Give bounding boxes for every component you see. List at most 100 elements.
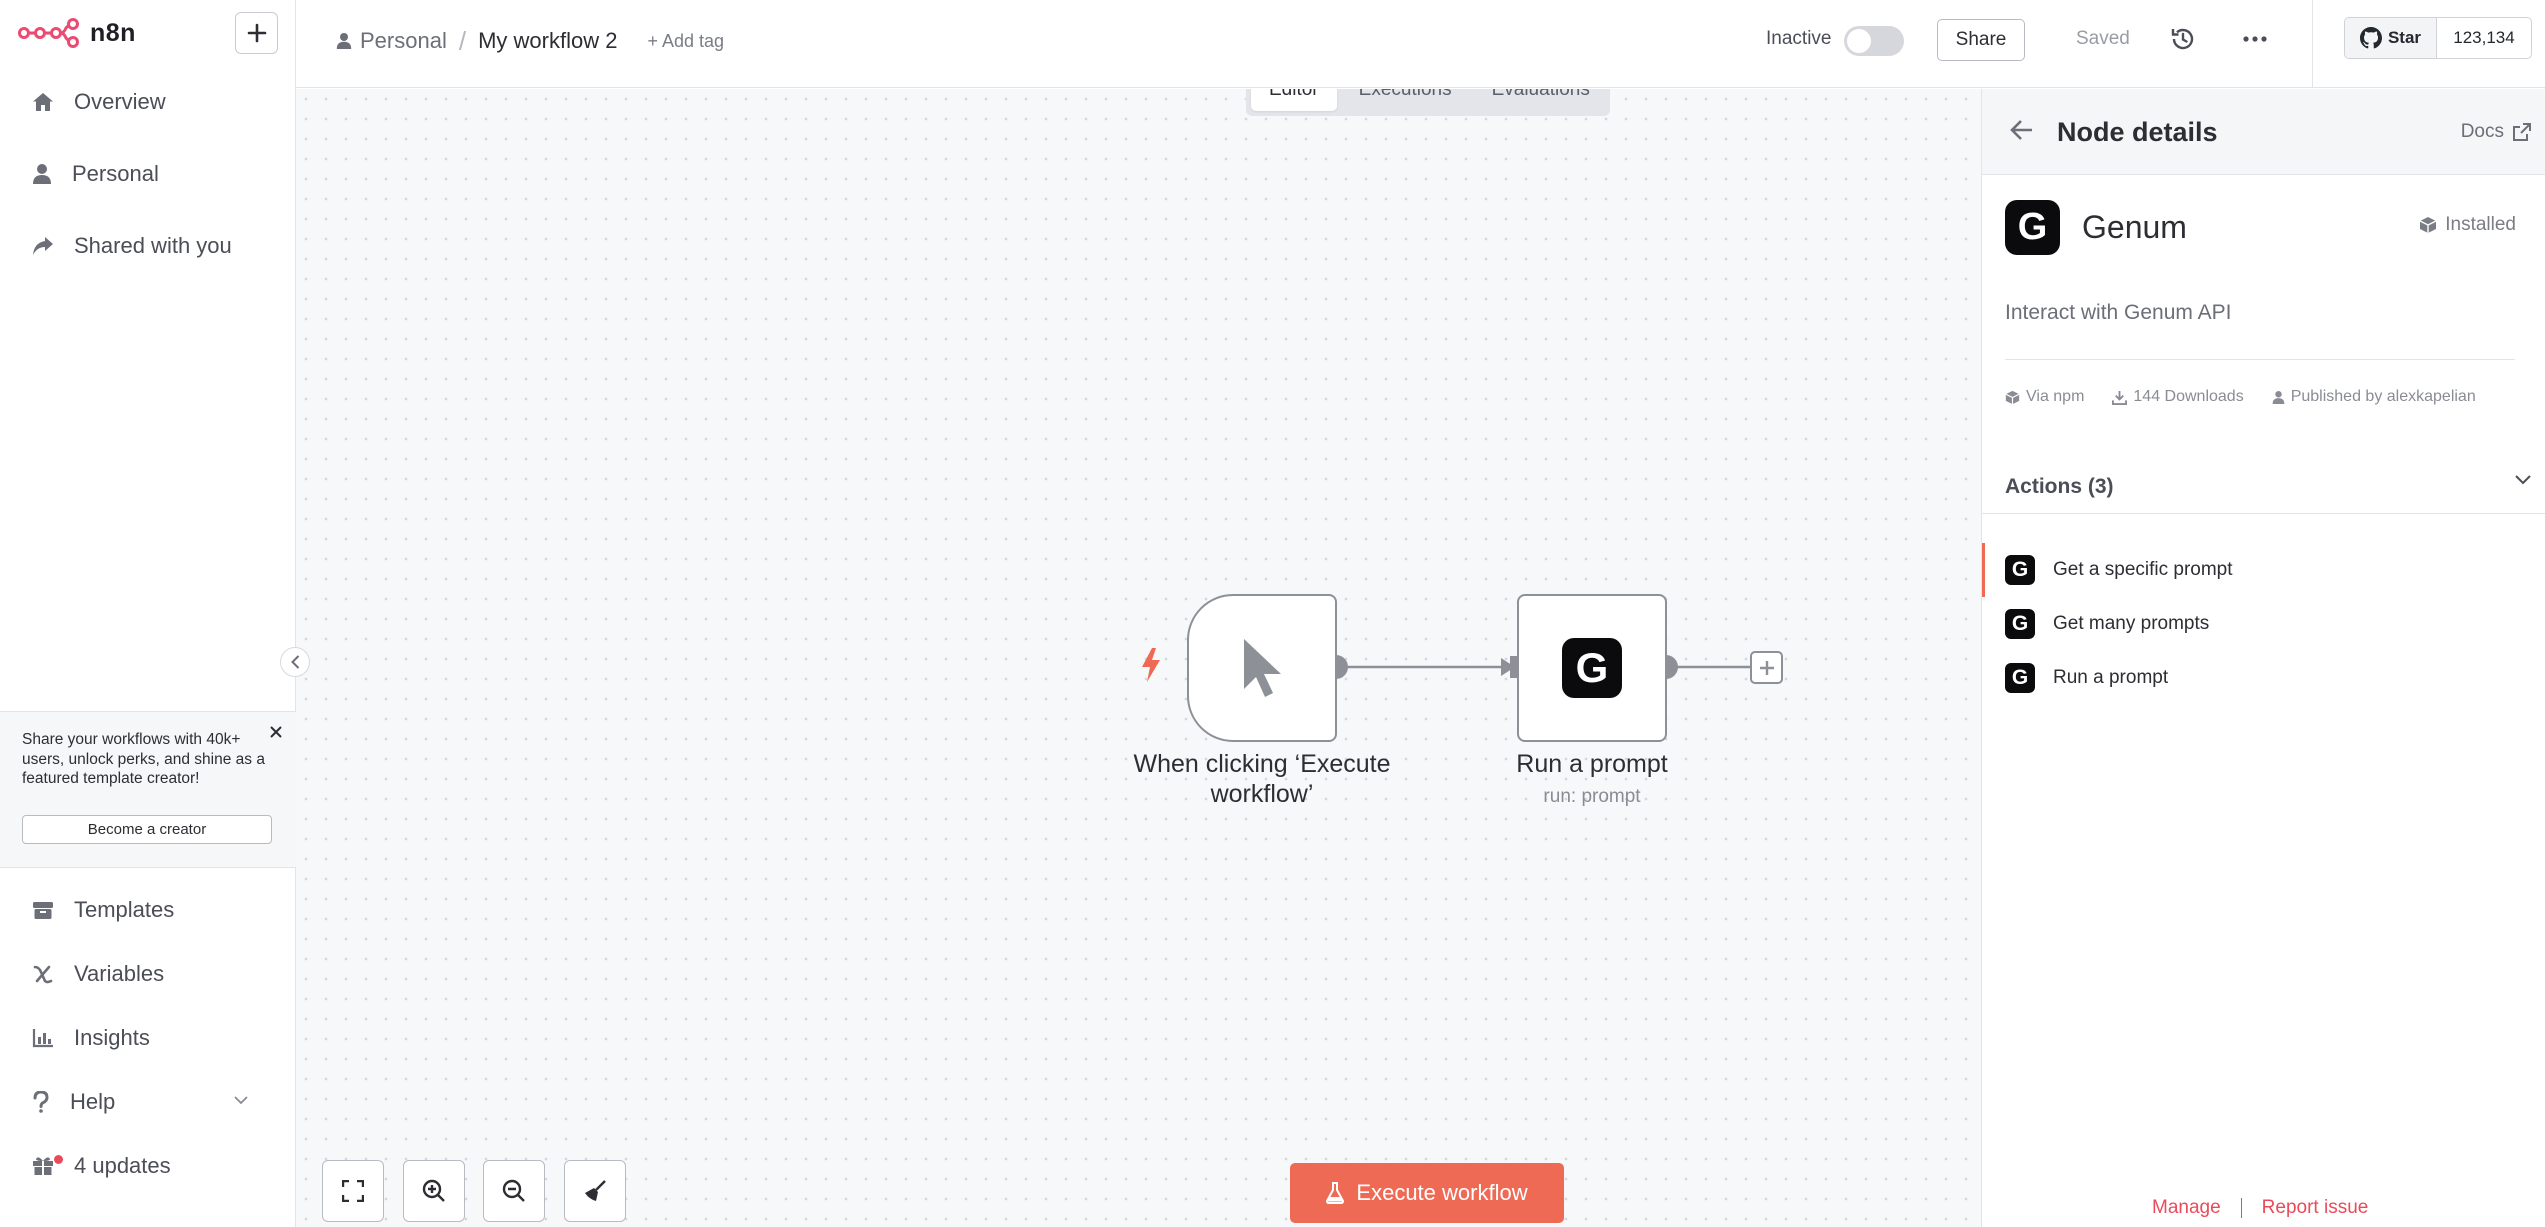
create-new-button[interactable]	[235, 12, 278, 54]
report-issue-link[interactable]: Report issue	[2262, 1197, 2369, 1219]
active-status-label: Inactive	[1766, 28, 1832, 49]
manual-trigger-node[interactable]	[1187, 594, 1337, 742]
gift-icon	[33, 1157, 53, 1175]
fullscreen-icon	[342, 1180, 364, 1202]
more-options-icon[interactable]	[2243, 36, 2267, 42]
sidebar-item-insights[interactable]: Insights	[0, 1006, 296, 1070]
download-icon	[2112, 390, 2128, 405]
view-tabs: Editor Executions Evaluations	[1246, 89, 1610, 116]
sidebar-item-overview[interactable]: Overview	[0, 70, 296, 134]
meta-publisher: Published by alexkapelian	[2272, 388, 2476, 406]
sidebar-item-label: Shared with you	[74, 233, 232, 258]
workflow-canvas[interactable]: Editor Executions Evaluations When click…	[296, 89, 1981, 1227]
package-icon	[2005, 390, 2020, 404]
github-icon	[2359, 27, 2382, 49]
tab-executions[interactable]: Executions	[1341, 89, 1470, 111]
zoom-in-button[interactable]	[403, 1160, 465, 1222]
node-meta: Via npm 144 Downloads Published by alexk…	[2005, 388, 2476, 406]
action-get-specific-prompt[interactable]: G Get a specific prompt	[1982, 543, 2545, 597]
sidebar-nav-bottom: Templates Variables Insights Help 4 upda…	[0, 878, 296, 1198]
sidebar-item-personal[interactable]: Personal	[0, 142, 296, 206]
close-icon[interactable]	[270, 726, 282, 738]
collapse-sidebar-button[interactable]	[280, 647, 310, 677]
chevron-down-icon[interactable]	[2515, 475, 2531, 485]
breadcrumb-project[interactable]: Personal	[336, 28, 447, 54]
zoom-out-icon	[502, 1179, 525, 1202]
action-get-many-prompts[interactable]: G Get many prompts	[1982, 597, 2545, 651]
brand-name: n8n	[90, 18, 136, 47]
become-creator-button[interactable]: Become a creator	[22, 815, 272, 844]
sidebar-item-label: Overview	[74, 89, 166, 114]
sidebar-item-label: 4 updates	[74, 1153, 171, 1178]
user-icon	[336, 33, 352, 49]
zoom-in-icon	[422, 1179, 445, 1202]
add-tag-button[interactable]: + Add tag	[647, 31, 724, 52]
insights-icon	[32, 1029, 53, 1048]
panel-footer: Manage Report issue	[2152, 1197, 2368, 1219]
meta-publisher-text: Published by alexkapelian	[2290, 388, 2476, 405]
execute-workflow-button[interactable]: Execute workflow	[1290, 1163, 1564, 1223]
node-name: Genum	[2082, 209, 2187, 245]
sidebar-item-shared[interactable]: Shared with you	[0, 214, 296, 278]
docs-link[interactable]: Docs	[2461, 121, 2532, 143]
action-node-subtitle: run: prompt	[1543, 786, 1641, 807]
node-description: Interact with Genum API	[2005, 301, 2232, 324]
action-node-label: Run a prompt	[1516, 750, 1668, 778]
history-icon[interactable]	[2170, 26, 2196, 52]
sidebar-item-variables[interactable]: Variables	[0, 942, 296, 1006]
action-label: Get a specific prompt	[2053, 559, 2233, 580]
project-name: Personal	[360, 28, 447, 53]
installed-label: Installed	[2445, 214, 2516, 235]
templates-icon	[33, 902, 53, 919]
github-star-widget[interactable]: Star 123,134	[2344, 17, 2532, 59]
actions-header[interactable]: Actions (3)	[2005, 475, 2114, 499]
sidebar-item-updates[interactable]: 4 updates	[0, 1134, 296, 1198]
manage-link[interactable]: Manage	[2152, 1197, 2221, 1219]
add-node-button[interactable]	[1750, 651, 1783, 684]
tab-editor[interactable]: Editor	[1251, 89, 1337, 111]
sidebar: n8n Overview Personal Shared with you Sh…	[0, 0, 296, 1227]
brand[interactable]: n8n	[18, 14, 136, 52]
tidy-up-button[interactable]	[564, 1160, 626, 1222]
creator-promo: Share your workflows with 40k+ users, un…	[0, 711, 296, 868]
chevron-left-icon	[290, 655, 299, 669]
meta-source: Via npm	[2005, 388, 2084, 406]
genum-logo-icon: G	[2005, 663, 2035, 693]
sidebar-item-templates[interactable]: Templates	[0, 878, 296, 942]
sidebar-item-help[interactable]: Help	[0, 1070, 296, 1134]
sidebar-item-label: Insights	[74, 1025, 150, 1050]
active-toggle[interactable]	[1844, 26, 1904, 56]
genum-node[interactable]: G	[1517, 594, 1667, 742]
sidebar-nav-top: Overview Personal Shared with you	[0, 70, 296, 278]
trigger-bolt-icon	[1142, 648, 1160, 682]
home-icon	[33, 93, 53, 111]
fit-view-button[interactable]	[322, 1160, 384, 1222]
share-button[interactable]: Share	[1937, 19, 2025, 61]
genum-logo-icon: G	[2005, 200, 2060, 255]
package-icon	[2419, 217, 2437, 233]
help-icon	[33, 1091, 49, 1113]
github-star-button[interactable]: Star	[2345, 18, 2437, 58]
sidebar-item-label: Personal	[72, 161, 159, 186]
workflow-name[interactable]: My workflow 2	[478, 28, 617, 54]
update-badge	[54, 1155, 63, 1164]
footer-separator	[2240, 1198, 2242, 1218]
breadcrumb: Personal / My workflow 2 + Add tag	[336, 22, 724, 60]
top-bar: Personal / My workflow 2 + Add tag Inact…	[296, 0, 2545, 88]
flask-icon	[1326, 1182, 1345, 1204]
meta-source-text: Via npm	[2026, 388, 2085, 405]
trigger-node-label: When clicking ‘Execute workflow’	[1133, 750, 1391, 808]
saved-status: Saved	[2076, 28, 2130, 49]
meta-downloads-text: 144 Downloads	[2133, 388, 2244, 405]
action-run-prompt[interactable]: G Run a prompt	[1982, 651, 2545, 705]
sidebar-item-label: Variables	[74, 961, 165, 986]
node-details-panel: Node details Docs G Genum Installed Inte…	[1981, 89, 2545, 1227]
variables-icon	[33, 965, 53, 984]
cursor-icon	[1244, 639, 1281, 697]
user-icon	[33, 164, 51, 184]
arrow-left-icon[interactable]	[2010, 119, 2034, 141]
zoom-out-button[interactable]	[483, 1160, 545, 1222]
github-star-count[interactable]: 123,134	[2437, 18, 2531, 58]
divider	[1982, 513, 2545, 514]
tab-evaluations[interactable]: Evaluations	[1474, 89, 1608, 111]
